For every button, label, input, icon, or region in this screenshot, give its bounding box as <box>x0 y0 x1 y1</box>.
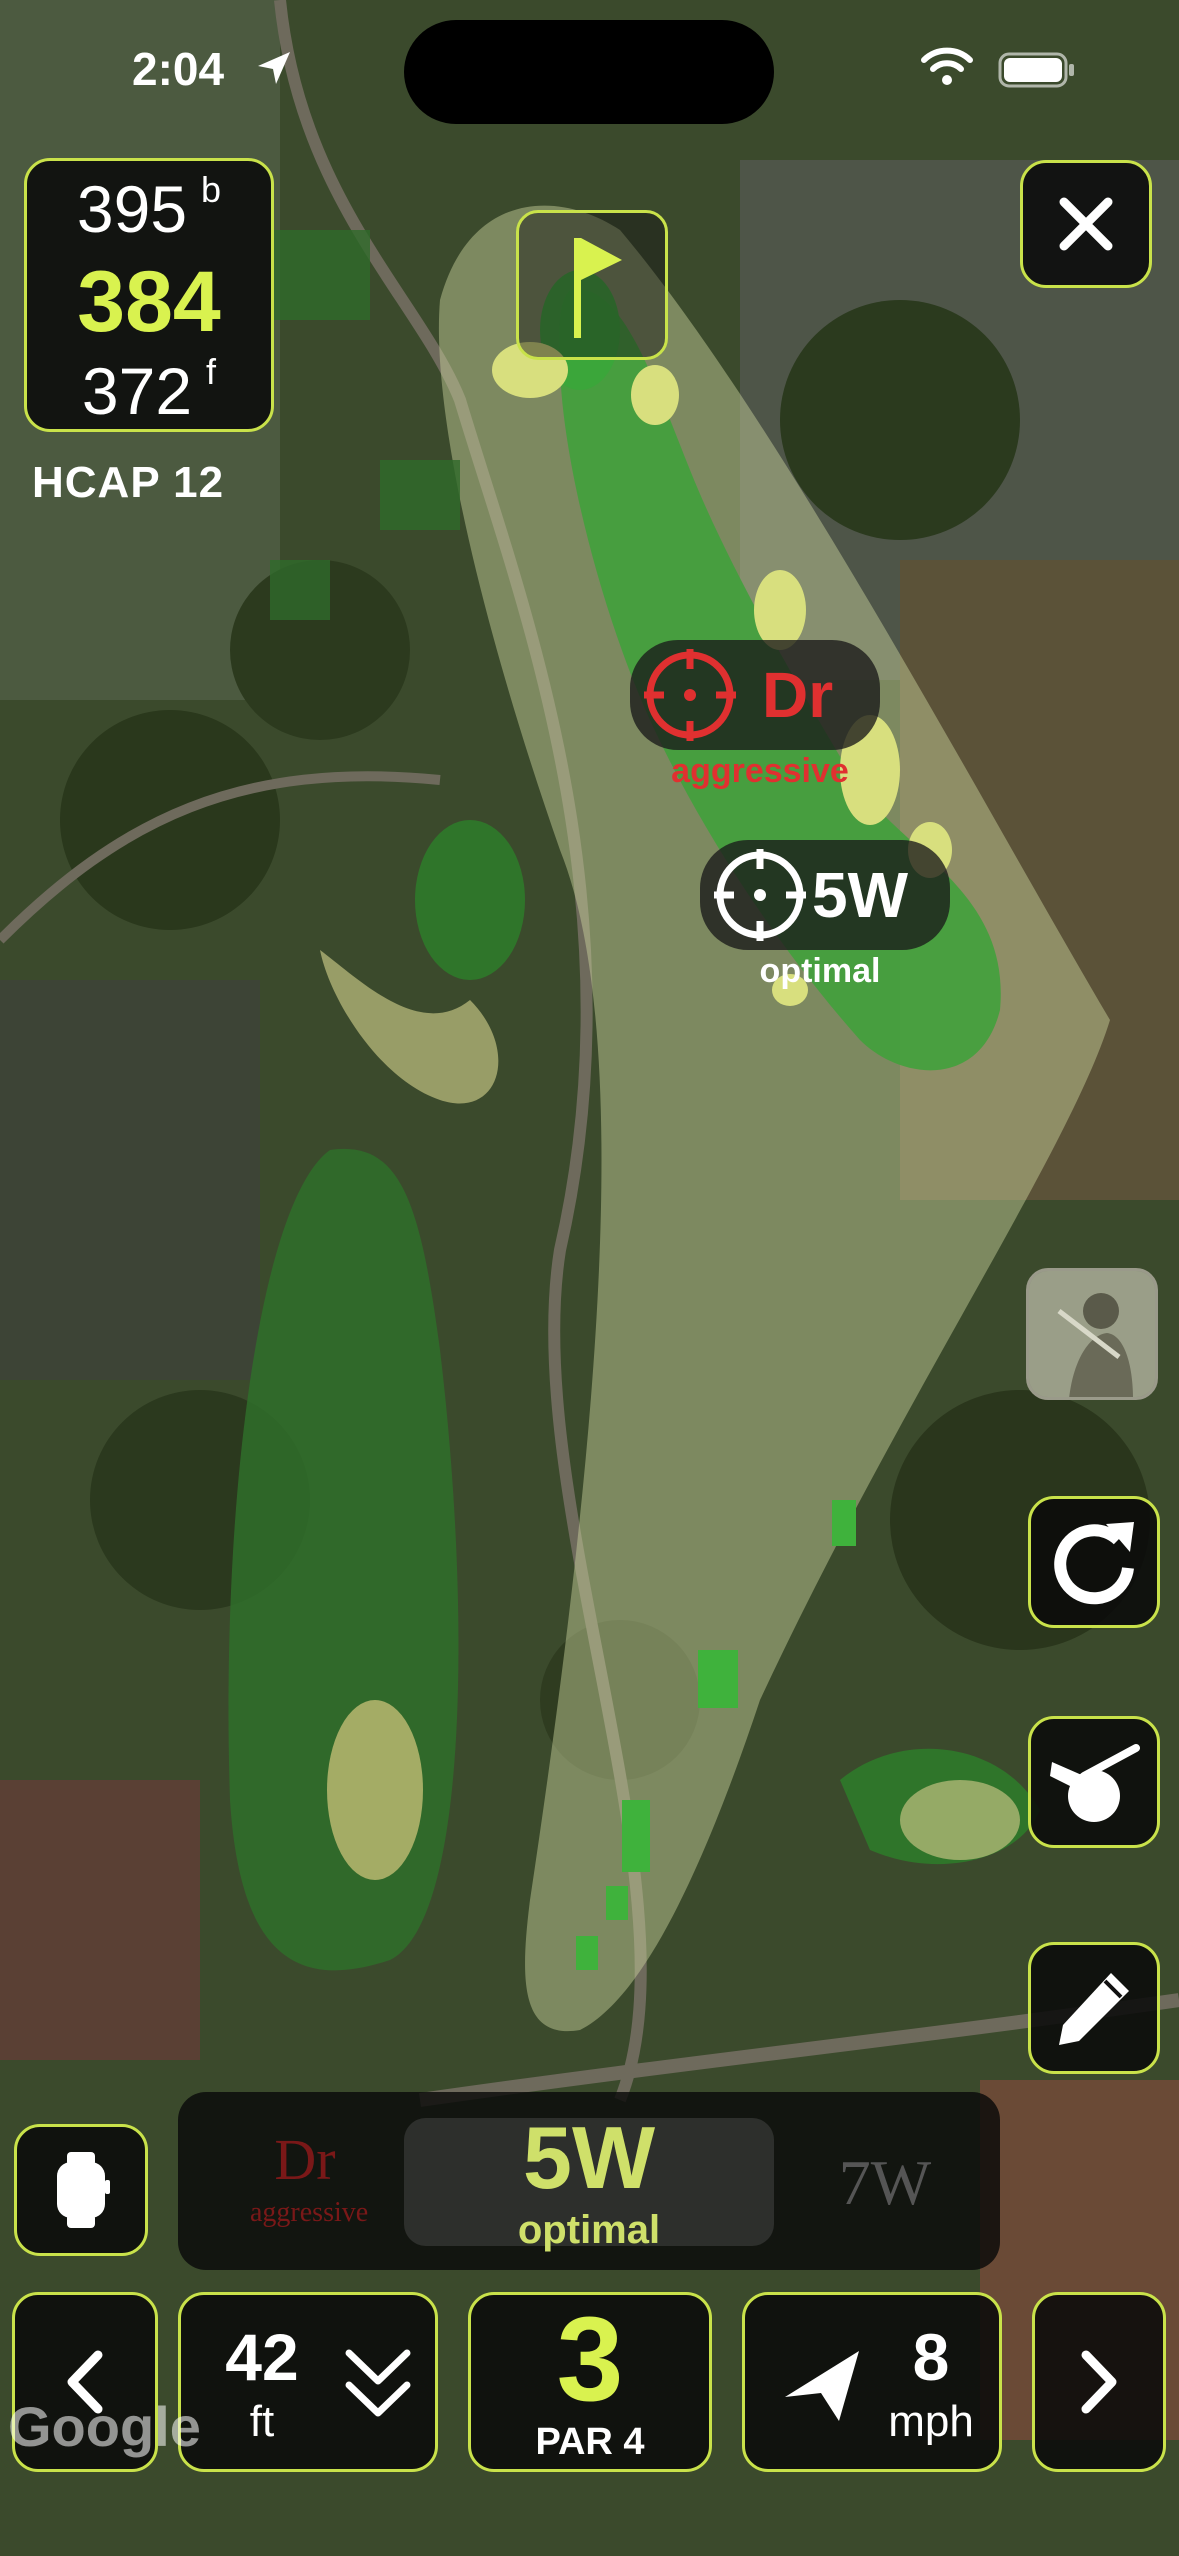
wind-speed: 8 <box>912 2320 950 2394</box>
elevation-unit: ft <box>249 2397 275 2446</box>
aim-target-driver[interactable]: Dr <box>630 640 880 750</box>
aim-strategy-label: optimal <box>759 952 881 990</box>
flag-icon <box>574 238 622 338</box>
club-option-current-label: 5W <box>523 2108 655 2207</box>
club-option-prev-label: Dr <box>274 2127 336 2192</box>
club-option-next[interactable]: 7W <box>830 2146 940 2220</box>
watch-icon <box>57 2152 110 2228</box>
handicap-label: HCAP 12 <box>32 458 225 507</box>
wind-arrow-icon <box>785 2351 859 2421</box>
aim-club-label: 5W <box>812 859 908 931</box>
elevation-value: 42 <box>225 2320 299 2394</box>
hole-par: PAR 4 <box>535 2421 645 2463</box>
middle-distance: 384 <box>77 254 221 350</box>
target-icon <box>714 849 806 941</box>
wind-unit: mph <box>888 2397 974 2446</box>
club-option-prev-strategy: aggressive <box>250 2197 369 2228</box>
watch-button[interactable] <box>14 2124 148 2256</box>
pin-target[interactable] <box>516 210 668 360</box>
edit-button[interactable] <box>1028 1942 1160 2074</box>
club-select-button[interactable] <box>1028 1716 1160 1848</box>
club-option-prev[interactable]: Dr aggressive <box>250 2126 369 2229</box>
map-attribution: Google <box>8 2395 201 2458</box>
target-icon <box>644 649 736 741</box>
aim-club-label: Dr <box>762 659 834 731</box>
club-option-next-label: 7W <box>838 2147 932 2218</box>
front-distance: 372 f <box>81 351 217 428</box>
player-avatar-icon <box>1029 1271 1155 1397</box>
hole-number: 3 <box>556 2292 624 2426</box>
aim-target-5w[interactable]: 5W <box>700 840 950 950</box>
dynamic-island <box>404 20 774 124</box>
club-ball-icon <box>1050 1744 1140 1822</box>
wind-button[interactable]: 8 mph <box>742 2292 1002 2472</box>
close-button[interactable] <box>1020 160 1152 288</box>
status-time: 2:04 <box>132 43 225 95</box>
wifi-icon <box>920 46 974 91</box>
elevation-down-icon <box>345 2349 411 2417</box>
rotate-icon <box>1054 1522 1134 1605</box>
battery-icon <box>998 52 1078 93</box>
distance-panel[interactable]: 395 b 384 372 f <box>24 158 274 432</box>
location-arrow-icon <box>254 48 294 93</box>
next-hole-button[interactable] <box>1032 2292 1166 2472</box>
club-option-current[interactable]: 5W optimal <box>404 2114 774 2253</box>
club-option-current-strategy: optimal <box>517 2208 661 2252</box>
pencil-icon <box>1059 1973 1129 2045</box>
aim-strategy-label: aggressive <box>671 752 849 790</box>
elevation-button[interactable]: 42 ft <box>178 2292 438 2472</box>
close-icon <box>1059 197 1113 251</box>
player-avatar-button[interactable] <box>1026 1268 1158 1400</box>
hole-info-button[interactable]: 3 PAR 4 <box>468 2292 712 2472</box>
back-distance: 395 b <box>76 169 222 246</box>
rotate-view-button[interactable] <box>1028 1496 1160 1628</box>
chevron-right-icon <box>1081 2350 1117 2414</box>
